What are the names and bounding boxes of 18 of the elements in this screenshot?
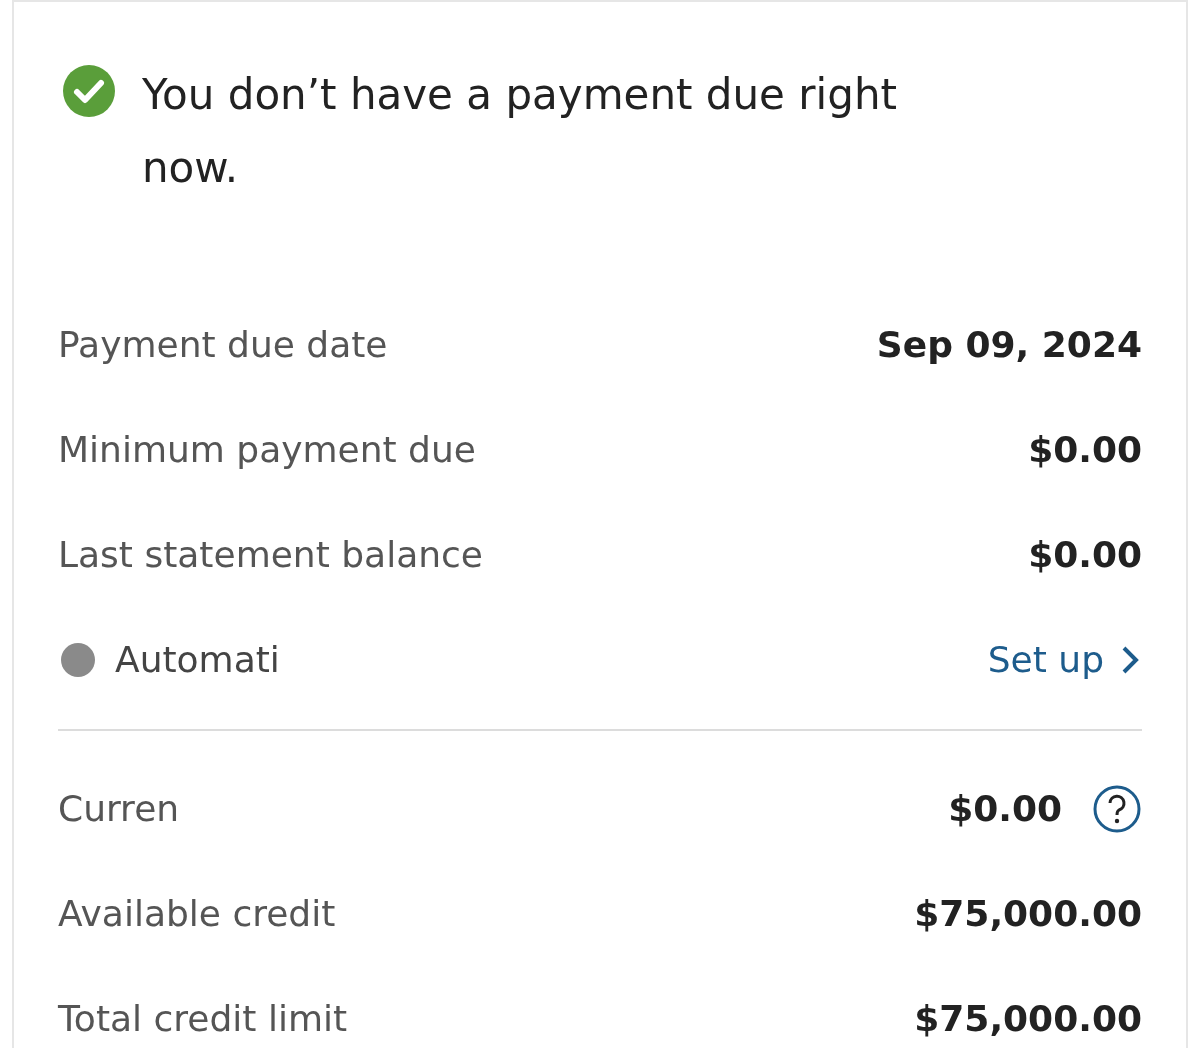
row-label: Minimum payment due xyxy=(58,427,476,472)
row-value: $0.00 xyxy=(948,786,1062,831)
row-value: $0.00 xyxy=(1028,427,1142,472)
help-icon[interactable] xyxy=(1092,783,1142,834)
row-label: Total credit limit xyxy=(58,996,348,1041)
row-value: Sep 09, 2024 xyxy=(876,322,1142,367)
row-label: Last statement balance xyxy=(58,532,483,577)
row-value: $75,000.00 xyxy=(914,996,1142,1041)
status-message: You don’t have a payment due right now. xyxy=(142,69,898,194)
autopay-label: Automati xyxy=(115,638,280,682)
row-label: Payment due date xyxy=(58,322,388,367)
row-value: $0.00 xyxy=(1028,532,1142,577)
check-icon xyxy=(62,64,116,118)
row-label: Curren xyxy=(58,786,180,831)
row-label: Available credit xyxy=(58,891,336,936)
chevron-icon xyxy=(1120,645,1140,675)
row-value: $75,000.00 xyxy=(914,891,1142,936)
setup-link[interactable]: Set up xyxy=(987,633,1140,687)
